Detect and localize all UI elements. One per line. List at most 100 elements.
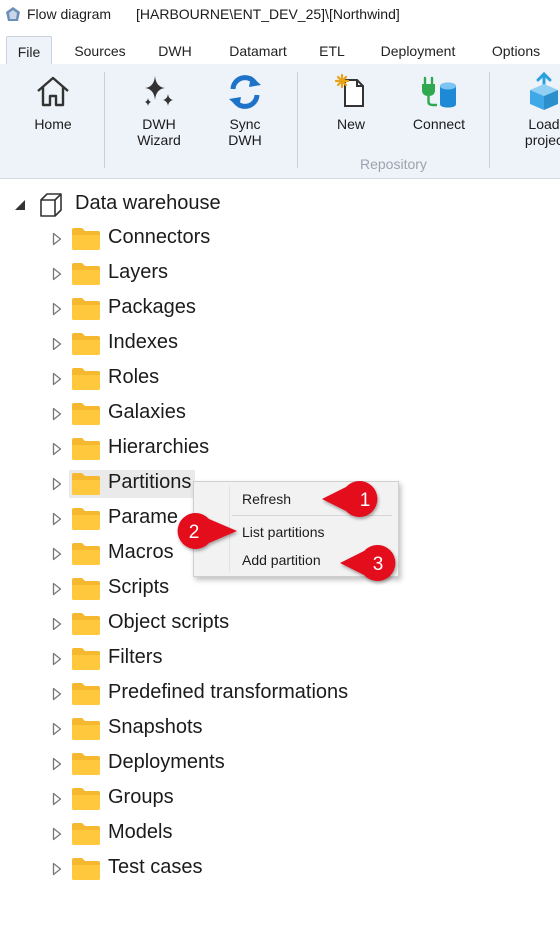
tree-item-label: Macros [108, 541, 174, 563]
expand-arrow-icon[interactable] [52, 582, 62, 596]
expand-arrow-icon[interactable] [52, 337, 62, 351]
tab-etl[interactable]: ETL [312, 36, 352, 64]
new-document-icon [334, 73, 364, 107]
ribbon-panel: Home DWH Wizard Sync DWH New Connect Rep… [0, 64, 560, 179]
tree-item-layers[interactable]: Layers [50, 260, 530, 288]
connect-button[interactable]: Connect [404, 64, 474, 164]
folder-icon [72, 718, 100, 740]
dwh-wizard-label: DWH Wizard [137, 116, 181, 148]
home-button-label: Home [34, 116, 72, 132]
expand-arrow-icon[interactable] [52, 267, 62, 281]
menu-item-list-partitions[interactable]: List partitions [242, 524, 324, 540]
folder-icon [72, 403, 100, 425]
expand-arrow-icon[interactable] [52, 722, 62, 736]
new-button[interactable]: New [318, 64, 384, 164]
tab-file[interactable]: File [6, 36, 52, 66]
expand-arrow-icon[interactable] [52, 792, 62, 806]
callout-2: 2 [177, 513, 237, 549]
expand-arrow-icon[interactable] [52, 407, 62, 421]
folder-icon [72, 683, 100, 705]
expand-arrow-icon[interactable] [52, 687, 62, 701]
expand-arrow-icon[interactable] [52, 862, 62, 876]
expand-arrow-icon[interactable] [52, 652, 62, 666]
folder-icon [72, 753, 100, 775]
home-icon [37, 76, 69, 107]
tree-item-label: Predefined transformations [108, 681, 349, 703]
tab-datamart[interactable]: Datamart [216, 36, 300, 64]
expand-arrow-icon[interactable] [52, 442, 62, 456]
tree-item-label: Test cases [108, 856, 203, 878]
sync-dwh-label: Sync DWH [228, 116, 262, 148]
tree-item-galaxies[interactable]: Galaxies [50, 400, 530, 428]
tree-item-predefined-transformations[interactable]: Predefined transformations [50, 680, 530, 708]
expand-arrow-icon[interactable] [52, 547, 62, 561]
home-button[interactable]: Home [20, 64, 86, 164]
expand-arrow-icon[interactable] [52, 372, 62, 386]
folder-icon [72, 858, 100, 880]
tree-item-connectors[interactable]: Connectors [50, 225, 530, 253]
app-logo-icon [6, 7, 20, 21]
callout-2-number: 2 [189, 522, 200, 543]
new-button-label: New [336, 116, 365, 132]
tree-item-test-cases[interactable]: Test cases [50, 855, 530, 883]
folder-icon [72, 543, 100, 565]
ribbon-separator [489, 72, 490, 168]
tree-item-snapshots[interactable]: Snapshots [50, 715, 530, 743]
window-path: [HARBOURNE\ENT_DEV_25]\[Northwind] [136, 6, 400, 22]
tree-item-label: Packages [108, 296, 196, 318]
tree-item-filters[interactable]: Filters [50, 645, 530, 673]
expand-arrow-icon[interactable] [52, 477, 62, 491]
tab-deployment[interactable]: Deployment [368, 36, 468, 64]
folder-icon [72, 228, 100, 250]
tree-item-label: Indexes [108, 331, 179, 353]
collapse-arrow-icon[interactable] [14, 199, 26, 211]
callout-3: 3 [340, 545, 396, 581]
menu-item-add-partition[interactable]: Add partition [242, 552, 321, 568]
tree-root-row[interactable]: Data warehouse [0, 190, 560, 218]
folder-icon [72, 613, 100, 635]
tree-root-label: Data warehouse [75, 192, 221, 214]
tree-item-label: Filters [108, 646, 163, 668]
ribbon-separator [297, 72, 298, 168]
tree-item-object-scripts[interactable]: Object scripts [50, 610, 530, 638]
tab-sources[interactable]: Sources [62, 36, 138, 64]
tree-item-label: Roles [108, 366, 160, 388]
menu-item-refresh[interactable]: Refresh [242, 491, 291, 507]
expand-arrow-icon[interactable] [52, 232, 62, 246]
tab-options[interactable]: Options [480, 36, 552, 64]
sync-dwh-button[interactable]: Sync DWH [212, 64, 278, 164]
tree-item-label: Connectors [108, 226, 211, 248]
expand-arrow-icon[interactable] [52, 827, 62, 841]
folder-icon [72, 333, 100, 355]
sync-icon [229, 75, 261, 109]
tree-item-label: Layers [108, 261, 169, 283]
folder-icon [72, 508, 100, 530]
expand-arrow-icon[interactable] [52, 302, 62, 316]
sparkle-icon [145, 76, 173, 106]
ribbon-separator [104, 72, 105, 168]
connect-button-label: Connect [412, 116, 466, 132]
tree-item-deployments[interactable]: Deployments [50, 750, 530, 778]
tree-item-label: Partitions [108, 471, 192, 493]
tree-item-roles[interactable]: Roles [50, 365, 530, 393]
tree-item-groups[interactable]: Groups [50, 785, 530, 813]
tree-item-label: Hierarchies [108, 436, 210, 458]
tree-item-label: Models [108, 821, 173, 843]
tree-item-hierarchies[interactable]: Hierarchies [50, 435, 530, 463]
tree-item-indexes[interactable]: Indexes [50, 330, 530, 358]
callout-3-number: 3 [373, 554, 384, 575]
load-project-button[interactable]: Load projec [514, 64, 560, 164]
folder-icon [72, 438, 100, 460]
tree-item-models[interactable]: Models [50, 820, 530, 848]
tab-dwh[interactable]: DWH [148, 36, 202, 64]
dwh-wizard-button[interactable]: DWH Wizard [124, 64, 194, 164]
ribbon-tab-strip: File Sources DWH Datamart ETL Deployment… [0, 36, 560, 66]
callout-1-number: 1 [360, 490, 371, 511]
expand-arrow-icon[interactable] [52, 617, 62, 631]
expand-arrow-icon[interactable] [52, 512, 62, 526]
tree-item-scripts[interactable]: Scripts [50, 575, 530, 603]
tree-item-packages[interactable]: Packages [50, 295, 530, 323]
expand-arrow-icon[interactable] [52, 757, 62, 771]
window-title: Flow diagram [27, 6, 112, 22]
folder-icon [72, 473, 100, 495]
